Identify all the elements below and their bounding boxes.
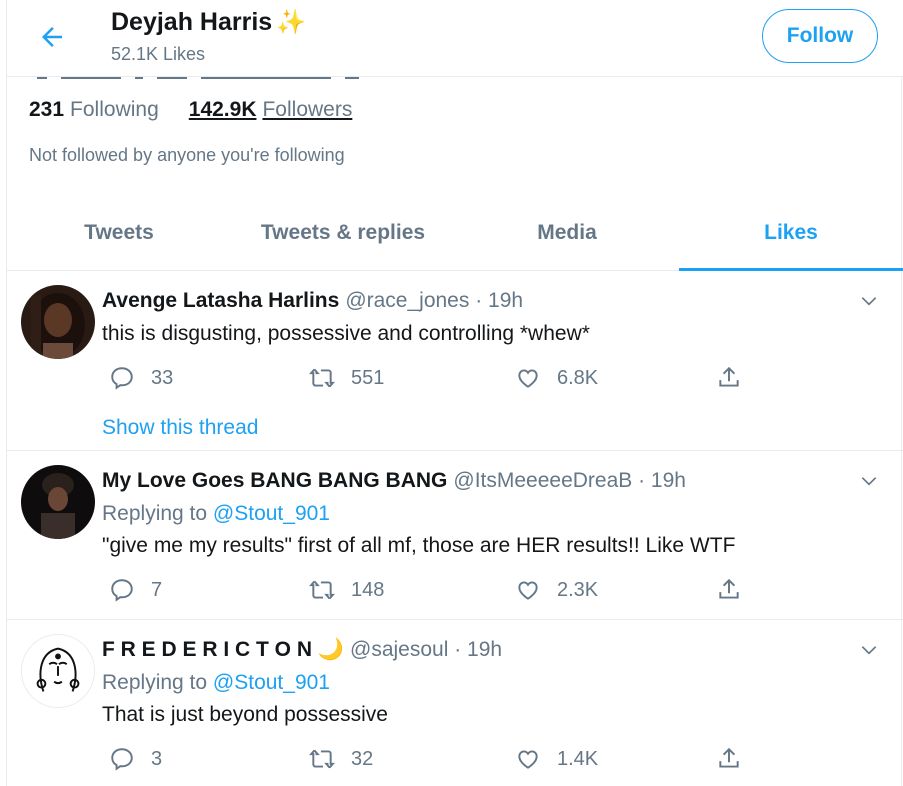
chevron-down-icon[interactable] (859, 471, 879, 491)
moon-icon: 🌙 (317, 638, 345, 661)
like-icon (518, 581, 538, 600)
following-label: Following (70, 98, 159, 121)
like-count: 2.3K (557, 578, 599, 601)
share-button[interactable] (716, 746, 758, 772)
tweet-actions: 7 148 2.3K (102, 577, 752, 607)
author-name: F R E D E R I C T O N (102, 638, 313, 661)
replying-to: Replying to @Stout_901 (102, 671, 330, 695)
author-name: My Love Goes BANG BANG BANG (102, 469, 448, 492)
tab-tweets-and-replies[interactable]: Tweets & replies (231, 196, 455, 270)
tweet[interactable]: Avenge Latasha Harlins @race_jones · 19h … (7, 271, 903, 451)
author-handle: @sajesoul · 19h (350, 638, 503, 661)
retweet-count: 551 (351, 366, 385, 389)
profile-header: Deyjah Harris ✨ 52.1K Likes Follow (7, 0, 903, 77)
like-count: 6.8K (557, 366, 599, 389)
back-arrow-icon[interactable] (37, 22, 67, 52)
share-button[interactable] (716, 577, 758, 603)
follow-stats: 231 Following 142.9K Followers (29, 98, 352, 122)
reply-icon (111, 367, 133, 390)
retweet-button[interactable]: 551 (309, 365, 384, 391)
reply-count: 33 (151, 366, 174, 389)
chevron-down-icon[interactable] (859, 640, 879, 660)
like-button[interactable]: 2.3K (515, 577, 598, 603)
profile-name: Deyjah Harris ✨ (111, 8, 306, 37)
author-handle: @ItsMeeeeeDreaB · 19h (453, 469, 686, 492)
share-button[interactable] (716, 365, 758, 391)
reply-button[interactable]: 33 (109, 365, 173, 391)
author-handle: @race_jones · 19h (345, 289, 524, 312)
like-icon (518, 369, 538, 388)
tweet-text: "give me my results" first of all mf, th… (102, 534, 736, 557)
replying-prefix: Replying to (102, 671, 208, 694)
followers-label: Followers (262, 98, 353, 121)
chevron-down-icon[interactable] (859, 291, 879, 311)
tweet-actions: 3 32 1.4K (102, 746, 752, 776)
reply-count: 7 (151, 578, 163, 601)
retweet-icon (309, 580, 335, 600)
like-icon (518, 750, 538, 769)
retweet-count: 32 (351, 747, 374, 770)
tweet[interactable]: My Love Goes BANG BANG BANG @ItsMeeeeeDre… (7, 451, 903, 620)
following-count: 231 (29, 98, 65, 121)
share-icon (719, 747, 739, 768)
likes-count: 52.1K Likes (111, 44, 206, 64)
tweet-author[interactable]: Avenge Latasha Harlins @race_jones · 19h (102, 289, 523, 313)
avatar[interactable] (21, 285, 95, 359)
followers-count: 142.9K (188, 98, 257, 121)
tab-tweets[interactable]: Tweets (7, 196, 231, 270)
tab-likes[interactable]: Likes (679, 196, 903, 271)
share-icon (719, 366, 739, 387)
follow-button[interactable]: Follow (762, 9, 878, 63)
tweet[interactable]: F R E D E R I C T O N 🌙 @sajesoul · 19h R… (7, 620, 903, 786)
like-count: 1.4K (557, 747, 599, 770)
avatar[interactable] (21, 465, 95, 539)
tweet-text: That is just beyond possessive (102, 703, 388, 726)
replying-prefix: Replying to (102, 502, 208, 525)
not-followed-note: Not followed by anyone you're following (29, 145, 345, 165)
reply-button[interactable]: 7 (109, 577, 162, 603)
author-name: Avenge Latasha Harlins (102, 289, 340, 312)
tweet-text: this is disgusting, possessive and contr… (102, 322, 590, 345)
profile-column: Deyjah Harris ✨ 52.1K Likes Follow 231 Fo… (6, 0, 903, 786)
reply-count: 3 (151, 747, 163, 770)
replying-to: Replying to @Stout_901 (102, 502, 330, 526)
reply-icon (111, 579, 133, 602)
sparkles-icon: ✨ (276, 9, 307, 36)
followers-link[interactable]: 142.9K Followers (189, 98, 353, 122)
reply-button[interactable]: 3 (109, 746, 162, 772)
profile-tabs: Tweets Tweets & replies Media Likes (7, 196, 903, 271)
like-button[interactable]: 6.8K (515, 365, 598, 391)
replying-to-user[interactable]: @Stout_901 (213, 671, 330, 694)
show-thread-link[interactable]: Show this thread (102, 416, 258, 440)
profile-name-text: Deyjah Harris (111, 8, 273, 36)
replying-to-user[interactable]: @Stout_901 (213, 502, 330, 525)
tweet-author[interactable]: F R E D E R I C T O N 🌙 @sajesoul · 19h (102, 638, 502, 662)
tweet-author[interactable]: My Love Goes BANG BANG BANG @ItsMeeeeeDre… (102, 469, 686, 493)
tab-media[interactable]: Media (455, 196, 679, 270)
share-icon (719, 578, 739, 599)
avatar[interactable] (21, 634, 95, 708)
retweet-button[interactable]: 32 (309, 746, 373, 772)
retweet-count: 148 (351, 578, 385, 601)
retweet-button[interactable]: 148 (309, 577, 384, 603)
tweet-actions: 33 551 6.8K (102, 365, 752, 395)
following-link[interactable]: 231 Following (29, 98, 159, 122)
like-button[interactable]: 1.4K (515, 746, 598, 772)
reply-icon (111, 748, 133, 771)
retweet-icon (309, 749, 335, 769)
retweet-icon (309, 368, 335, 388)
